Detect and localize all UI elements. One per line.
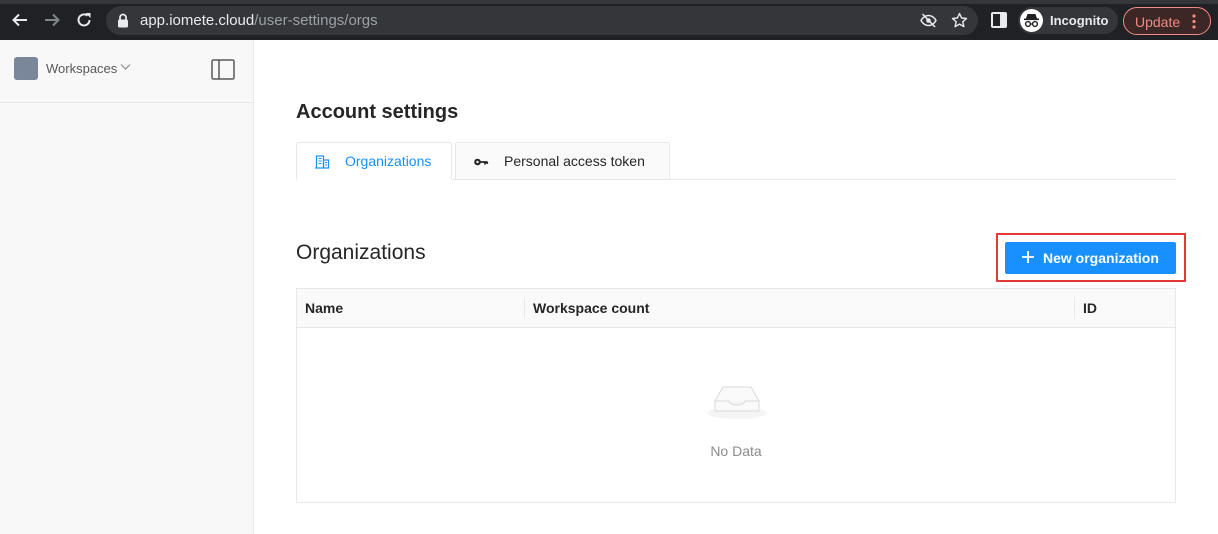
page-title: Account settings — [296, 101, 459, 123]
settings-tabs: Organizations Personal access token — [296, 142, 1176, 180]
tab-personal-access-token[interactable]: Personal access token — [455, 142, 670, 180]
sidebar-toggle-icon[interactable] — [211, 59, 235, 80]
reload-icon — [77, 13, 91, 27]
star-icon[interactable] — [951, 12, 968, 29]
incognito-icon — [1020, 9, 1043, 32]
chevron-down-icon — [120, 64, 131, 70]
url-text: app.iomete.cloud/user-settings/orgs — [140, 12, 378, 29]
column-divider — [1074, 297, 1075, 319]
main-content: Account settings Organizations Personal … — [254, 40, 1218, 534]
key-icon — [474, 158, 489, 166]
tab-personal-access-token-label: Personal access token — [504, 153, 645, 169]
workspace-avatar — [14, 57, 38, 80]
incognito-label: Incognito — [1050, 13, 1109, 28]
back-button[interactable] — [11, 11, 29, 29]
column-header-id[interactable]: ID — [1083, 300, 1097, 316]
arrow-right-icon — [45, 13, 60, 27]
forward-button[interactable] — [43, 11, 61, 29]
url-path: /user-settings/orgs — [254, 12, 378, 29]
lock-icon — [118, 13, 128, 28]
section-title: Organizations — [296, 241, 426, 264]
update-label: Update — [1135, 14, 1181, 30]
update-button[interactable]: Update — [1123, 7, 1211, 35]
column-divider — [524, 297, 525, 319]
arrow-left-icon — [12, 13, 27, 27]
building-icon — [315, 155, 330, 169]
column-header-workspace-count[interactable]: Workspace count — [533, 300, 649, 316]
tab-organizations[interactable]: Organizations — [296, 142, 452, 180]
browser-toolbar: app.iomete.cloud/user-settings/orgs Inco… — [0, 0, 1218, 40]
table-header: Name Workspace count ID — [297, 289, 1175, 328]
empty-inbox-icon — [707, 386, 767, 419]
address-bar[interactable]: app.iomete.cloud/user-settings/orgs — [106, 6, 978, 35]
tab-organizations-label: Organizations — [345, 153, 432, 169]
reload-button[interactable] — [75, 11, 93, 29]
organizations-table: Name Workspace count ID No Data — [296, 288, 1176, 503]
url-host: app.iomete.cloud — [140, 12, 255, 29]
tab-strip-edge — [0, 0, 1218, 4]
more-vertical-icon — [1192, 14, 1196, 29]
annotation-highlight-box — [996, 233, 1186, 282]
workspace-label: Workspaces — [46, 61, 118, 76]
column-header-name[interactable]: Name — [305, 300, 343, 316]
incognito-indicator[interactable]: Incognito — [1018, 7, 1118, 34]
empty-state-text: No Data — [710, 443, 762, 459]
sidebar: Workspaces — [0, 40, 254, 534]
side-panel-icon[interactable] — [991, 12, 1007, 28]
eye-slash-icon[interactable] — [920, 12, 937, 29]
empty-state: No Data — [297, 329, 1175, 503]
